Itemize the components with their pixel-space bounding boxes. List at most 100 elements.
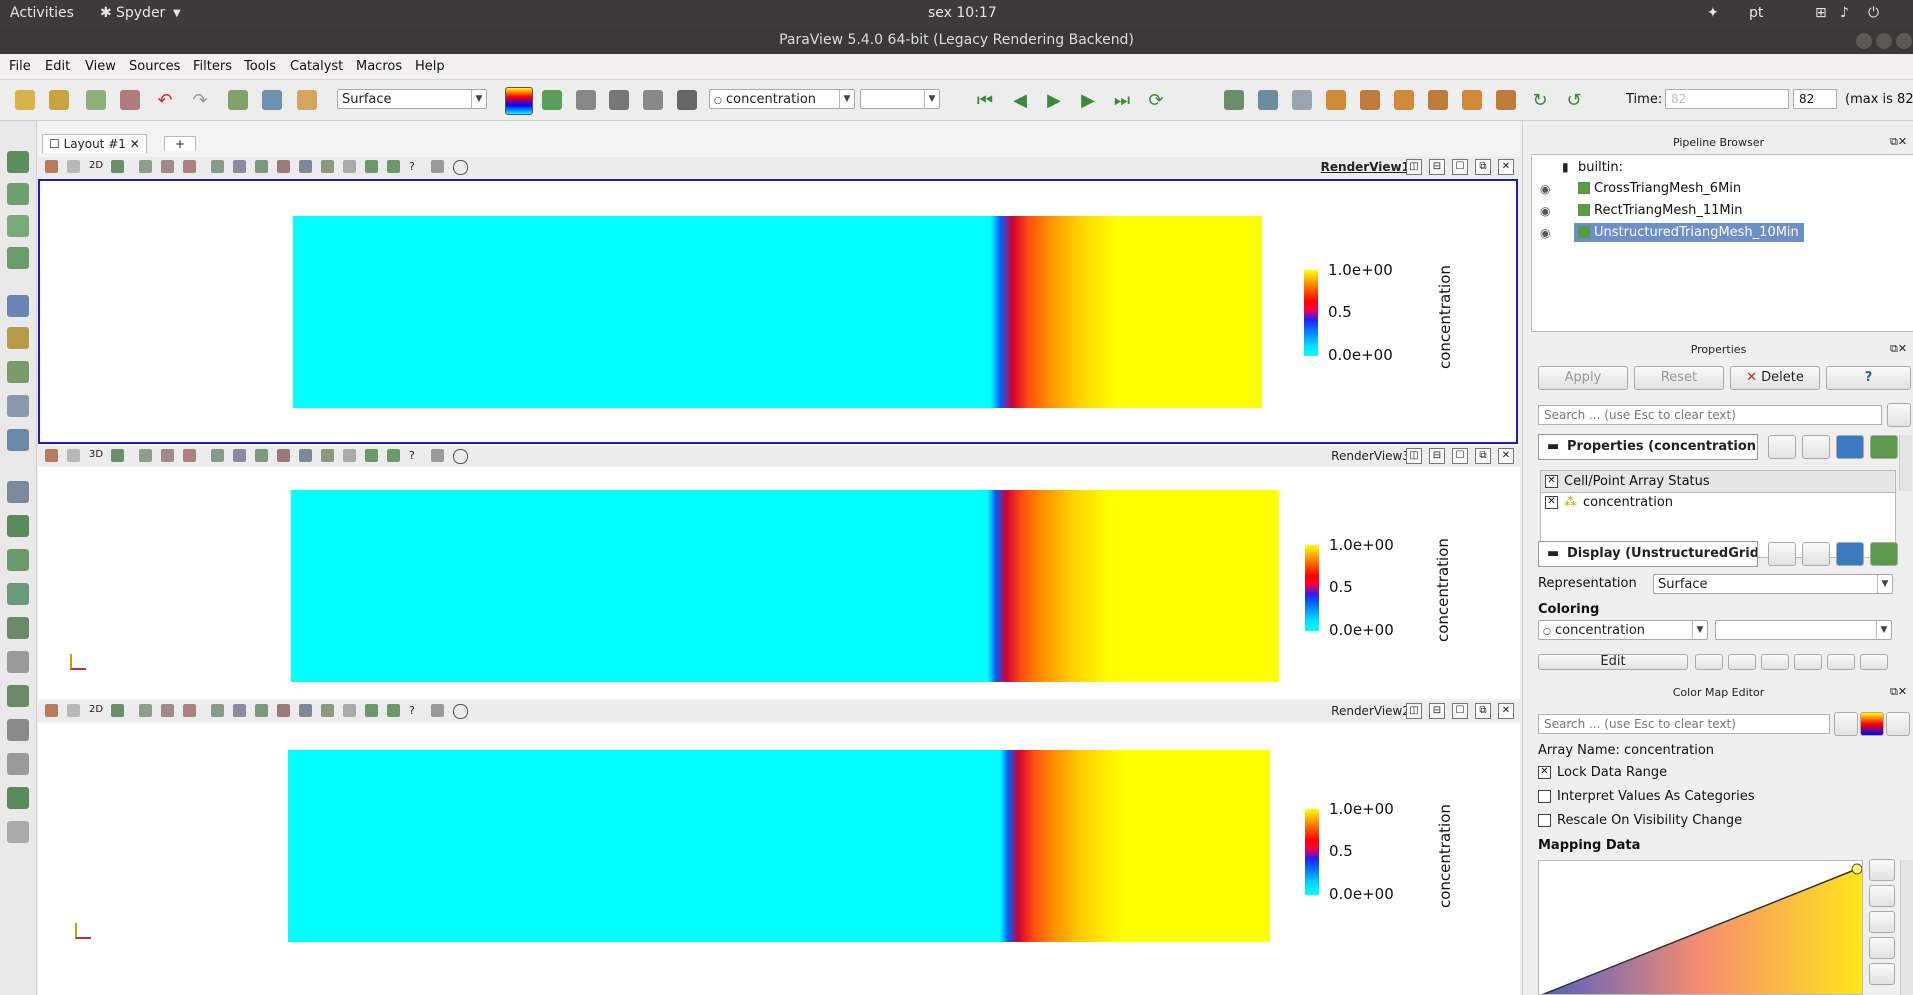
- hover-cells-icon[interactable]: [387, 160, 400, 173]
- shrink-selection-icon[interactable]: [321, 704, 334, 717]
- menu-tools[interactable]: Tools: [244, 59, 276, 74]
- save-defaults-icon[interactable]: [1870, 542, 1898, 566]
- view-minus-y-icon[interactable]: [1428, 90, 1448, 110]
- select-cells-icon[interactable]: [139, 704, 152, 717]
- select-cells-icon[interactable]: [139, 160, 152, 173]
- select-cells-icon[interactable]: [139, 449, 152, 462]
- network-icon[interactable]: ⊞: [1815, 5, 1827, 21]
- lock-data-range-checkbox[interactable]: ✕ Lock Data Range: [1538, 765, 1667, 780]
- render-view-3[interactable]: 1.0e+00 0.5 0.0e+00 concentration: [38, 467, 1520, 699]
- view-tool-icon[interactable]: [67, 704, 80, 717]
- properties-search[interactable]: Search ... (use Esc to clear text): [1538, 405, 1882, 425]
- connect-icon[interactable]: [86, 90, 106, 110]
- polygon-select-icon[interactable]: [277, 449, 290, 462]
- select-block-icon[interactable]: [211, 449, 224, 462]
- menu-view[interactable]: View: [85, 59, 116, 74]
- redo-icon[interactable]: ↷: [190, 90, 210, 111]
- last-frame-icon[interactable]: ⏭: [1112, 90, 1132, 111]
- representation-dropdown[interactable]: Surface ▼: [1653, 574, 1893, 594]
- tab-layout-1[interactable]: ☐ Layout #1 ✕: [42, 134, 147, 153]
- volume-icon[interactable]: ♪: [1840, 5, 1849, 21]
- paste-icon[interactable]: [1802, 435, 1830, 459]
- rescale-visible-icon[interactable]: [1869, 963, 1895, 985]
- pipeline-item-unstructured[interactable]: UnstructuredTriangMesh_10Min: [1594, 225, 1799, 240]
- color-legend-toggle-icon[interactable]: [1860, 712, 1884, 736]
- view-tool-icon[interactable]: [111, 449, 124, 462]
- view-tool-icon[interactable]: [111, 704, 124, 717]
- clear-selection-icon[interactable]: [453, 160, 468, 175]
- contour-icon[interactable]: [7, 183, 29, 205]
- ruler-icon[interactable]: [7, 753, 29, 775]
- representation-select[interactable]: Surface ▼: [337, 89, 487, 109]
- close-view-button[interactable]: ✕: [1498, 159, 1514, 175]
- view-minus-z-icon[interactable]: [1496, 90, 1516, 110]
- find-data-icon[interactable]: [343, 449, 356, 462]
- next-frame-icon[interactable]: ▶: [1078, 90, 1098, 111]
- array-status-header-label[interactable]: ✕ Cell/Point Array Status: [1545, 474, 1710, 489]
- shrink-selection-icon[interactable]: [321, 449, 334, 462]
- tooltip-icon[interactable]: [431, 449, 444, 462]
- close-window-button[interactable]: [1896, 33, 1912, 49]
- opacity-transfer-function-editor[interactable]: [1538, 860, 1863, 995]
- rescale-custom-icon[interactable]: [1728, 654, 1756, 670]
- restore-defaults-icon[interactable]: [1836, 435, 1864, 459]
- help-button[interactable]: ?: [1826, 366, 1911, 390]
- float-panel-button[interactable]: ⧉✕: [1890, 135, 1907, 149]
- popout-view-button[interactable]: ⧉: [1475, 703, 1491, 719]
- polygon-select-icon[interactable]: [277, 160, 290, 173]
- group-datasets-icon[interactable]: [7, 515, 29, 537]
- warp-by-vector-icon[interactable]: [7, 429, 29, 451]
- time-index-spinbox[interactable]: 82: [1793, 89, 1837, 109]
- rescale-temporal-icon[interactable]: [1761, 654, 1789, 670]
- array-row-concentration[interactable]: ✕ ⁂ concentration: [1545, 495, 1673, 510]
- help-icon[interactable]: ?: [409, 449, 422, 462]
- gear-icon[interactable]: [1887, 403, 1911, 427]
- view-tool-icon[interactable]: [67, 449, 80, 462]
- language-indicator[interactable]: pt: [1749, 5, 1763, 21]
- select-frustum-icon[interactable]: [183, 704, 196, 717]
- eye-icon[interactable]: ◉: [1540, 182, 1550, 196]
- color-array-select[interactable]: ○ concentration ▼: [709, 89, 855, 109]
- view-tool-icon[interactable]: [45, 704, 58, 717]
- float-panel-button[interactable]: ⧉✕: [1890, 342, 1907, 356]
- activities-button[interactable]: Activities: [10, 5, 74, 21]
- popout-view-button[interactable]: ⧉: [1475, 448, 1491, 464]
- settings-icon[interactable]: [7, 821, 29, 843]
- disconnect-icon[interactable]: [120, 90, 140, 110]
- close-view-button[interactable]: ✕: [1498, 703, 1514, 719]
- view-tool-icon[interactable]: [45, 449, 58, 462]
- camera-redo-icon[interactable]: [262, 90, 282, 110]
- rescale-range-icon[interactable]: [576, 90, 596, 110]
- open-recent-icon[interactable]: [49, 90, 69, 110]
- clear-selection-icon[interactable]: [453, 449, 468, 464]
- delete-button[interactable]: ✕ Delete: [1730, 366, 1820, 390]
- view-plus-y-icon[interactable]: [1394, 90, 1414, 110]
- coloring-component-dropdown[interactable]: ▼: [1715, 620, 1892, 640]
- select-points-icon[interactable]: [161, 449, 174, 462]
- menu-catalyst[interactable]: Catalyst: [290, 59, 343, 74]
- edit-color-map-icon[interactable]: [542, 90, 562, 110]
- mode-2d-3d-button[interactable]: 2D: [89, 704, 103, 717]
- close-icon[interactable]: ✕: [130, 137, 140, 151]
- tooltip-icon[interactable]: [431, 160, 444, 173]
- pipeline-item-cross[interactable]: CrossTriangMesh_6Min: [1594, 181, 1741, 196]
- open-icon[interactable]: [15, 90, 35, 110]
- menu-filters[interactable]: Filters: [193, 59, 232, 74]
- pipeline-root[interactable]: builtin:: [1578, 160, 1623, 175]
- play-icon[interactable]: ▶: [1044, 90, 1064, 111]
- hover-points-icon[interactable]: [365, 704, 378, 717]
- restore-defaults-icon[interactable]: [1836, 542, 1864, 566]
- view-plus-x-icon[interactable]: [1326, 90, 1346, 110]
- help-icon[interactable]: ?: [409, 160, 422, 173]
- menu-help[interactable]: Help: [415, 59, 445, 74]
- extract-subset-icon[interactable]: [7, 327, 29, 349]
- camera-undo-icon[interactable]: [228, 90, 248, 110]
- maximize-view-button[interactable]: ☐: [1452, 448, 1468, 464]
- colormap-scrollbar[interactable]: [1900, 860, 1913, 995]
- apply-button[interactable]: Apply: [1538, 366, 1628, 390]
- interactive-select-icon[interactable]: [233, 160, 246, 173]
- undo-icon[interactable]: ↶: [155, 90, 175, 111]
- popout-view-button[interactable]: ⧉: [1475, 159, 1491, 175]
- mode-2d-3d-button[interactable]: 2D: [89, 160, 103, 173]
- menu-macros[interactable]: Macros: [356, 59, 402, 74]
